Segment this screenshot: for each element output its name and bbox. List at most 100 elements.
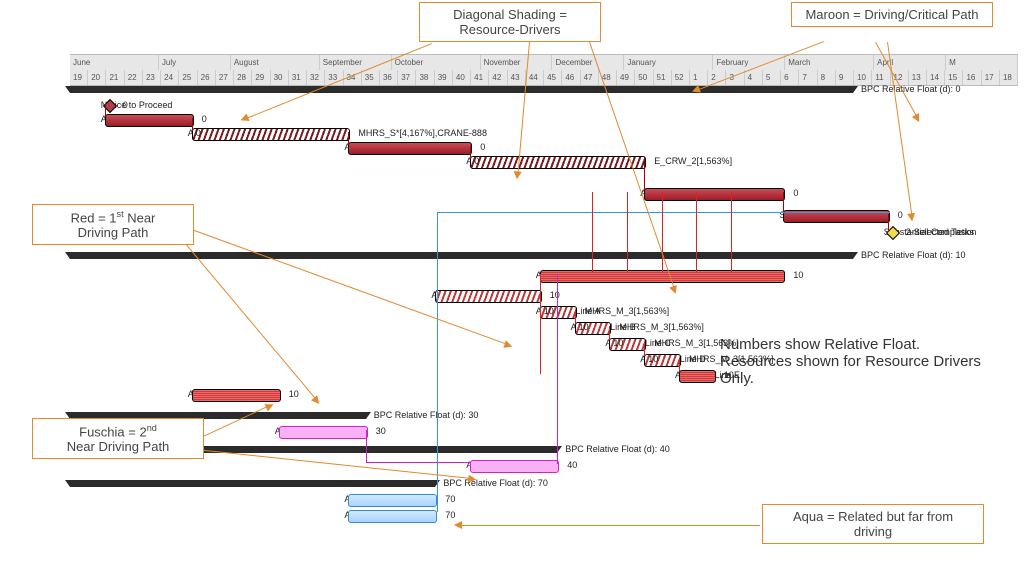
task-row: A2 Electrical Change Order 10	[70, 188, 1018, 202]
task-row: Notice to Proceed0	[70, 100, 1018, 114]
task-row: A2 Civil10	[70, 389, 1018, 403]
dependency-link	[662, 192, 663, 272]
task-tail: 10	[289, 389, 299, 399]
annotation-arrow	[460, 525, 760, 526]
week-cell: 25	[179, 70, 197, 85]
month-cell: December	[552, 55, 624, 70]
task-tail: 70	[445, 510, 455, 520]
week-cell: 40	[453, 70, 471, 85]
week-cell: 49	[617, 70, 635, 85]
task-bar	[435, 290, 541, 303]
dependency-link	[437, 212, 438, 512]
dependency-link	[731, 192, 732, 272]
week-cell: 39	[435, 70, 453, 85]
callout-diagonal: Diagonal Shading = Resource-Drivers	[419, 2, 601, 42]
task-tail: 40	[567, 460, 577, 470]
task-row: A3 Structures10	[70, 290, 1018, 304]
week-cell: 4	[745, 70, 763, 85]
dependency-link	[437, 212, 889, 213]
month-cell: July	[159, 55, 231, 70]
task-row: A3 Install Line D10MHRS_M_3[1,563%]	[70, 354, 1018, 368]
dependency-link	[105, 104, 106, 116]
week-cell: 44	[526, 70, 544, 85]
task-tail: MHRS_M_3[1,563%]	[619, 322, 704, 332]
task-bar	[348, 142, 472, 155]
summary-bar	[70, 252, 853, 259]
week-cell: 32	[307, 70, 325, 85]
week-cell: 47	[581, 70, 599, 85]
week-cell: 42	[489, 70, 507, 85]
week-cell: 21	[106, 70, 124, 85]
dependency-link	[470, 146, 471, 159]
task-tail: 10	[724, 370, 734, 380]
week-cell: 5	[763, 70, 781, 85]
float-inline: 10	[544, 306, 554, 316]
task-bar	[348, 494, 437, 507]
callout-text: Diagonal Shading = Resource-Drivers	[453, 7, 567, 37]
week-cell: 17	[982, 70, 1000, 85]
dependency-link	[696, 192, 697, 272]
week-cell: 45	[544, 70, 562, 85]
gantt-chart: BPC Relative Float (d): 0 Notice to Proce…	[70, 84, 1018, 561]
summary-label: BPC Relative Float (d): 0	[861, 84, 961, 94]
task-tail: MHRS_S*[4,167%],CRANE-888	[358, 128, 487, 138]
float-inline: 0	[196, 128, 201, 138]
task-tail: E_CRW_2[1,563%]	[654, 156, 732, 166]
week-cell: 23	[143, 70, 161, 85]
task-tail: 0	[202, 114, 207, 124]
week-cell: 9	[836, 70, 854, 85]
month-row: JuneJulyAugustSeptemberOctoberNovemberDe…	[70, 55, 1018, 70]
dependency-link	[592, 192, 593, 272]
task-tail: 0	[793, 188, 798, 198]
week-cell: 8	[818, 70, 836, 85]
week-row: 1920212223242526272829303132333435363738…	[70, 70, 1018, 85]
week-cell: 19	[70, 70, 88, 85]
week-cell: 46	[562, 70, 580, 85]
dependency-link	[644, 160, 645, 190]
week-cell: 26	[198, 70, 216, 85]
week-cell: 6	[781, 70, 799, 85]
week-cell: 28	[234, 70, 252, 85]
week-cell: 7	[799, 70, 817, 85]
task-row: A2 Mechanical40	[70, 460, 1018, 474]
week-cell: 1	[690, 70, 708, 85]
task-row: A3 Install Line C10MHRS_M_3[1,563%]	[70, 338, 1018, 352]
week-cell: 37	[398, 70, 416, 85]
callout-aqua: Aqua = Related but far from driving	[762, 504, 984, 544]
summary-label: BPC Relative Float (d): 40	[565, 444, 670, 454]
float-inline: 10	[613, 338, 623, 348]
task-tail: 30	[376, 426, 386, 436]
month-cell: June	[70, 55, 159, 70]
week-cell: 18	[1000, 70, 1018, 85]
week-cell: 50	[635, 70, 653, 85]
task-bar	[279, 426, 368, 439]
task-bar	[644, 188, 785, 201]
dependency-link	[888, 214, 889, 230]
task-row: A3 Install Line E10	[70, 370, 1018, 384]
dependency-link	[366, 462, 470, 463]
task-row: A3 Civil30	[70, 426, 1018, 440]
float-inline: 10	[579, 322, 589, 332]
month-cell: August	[231, 55, 320, 70]
dependency-link	[679, 358, 680, 372]
week-cell: 51	[654, 70, 672, 85]
week-cell: 35	[362, 70, 380, 85]
dependency-link	[575, 310, 576, 324]
timeline-header: JuneJulyAugustSeptemberOctoberNovemberDe…	[70, 54, 1018, 86]
task-bar	[192, 389, 281, 402]
task-tail: MHRS_M_3[1,563%]	[654, 338, 739, 348]
callout-text: Aqua = Related but far from driving	[793, 509, 953, 539]
week-cell: 36	[380, 70, 398, 85]
callout-text: Maroon = Driving/Critical Path	[805, 7, 978, 22]
float-inline: 0	[474, 156, 479, 166]
dependency-link	[192, 118, 193, 131]
summary-label: BPC Relative Float (d): 30	[374, 410, 479, 420]
dependency-link	[609, 326, 610, 340]
task-tail: 0	[480, 142, 485, 152]
task-row: A2 Structures0	[70, 142, 1018, 156]
week-cell: 41	[471, 70, 489, 85]
task-bar	[348, 510, 437, 523]
summary-label: BPC Relative Float (d): 70	[443, 478, 548, 488]
task-row: A3 Install Line A10MHRS_M_3[1,563%]	[70, 306, 1018, 320]
week-cell: 16	[963, 70, 981, 85]
